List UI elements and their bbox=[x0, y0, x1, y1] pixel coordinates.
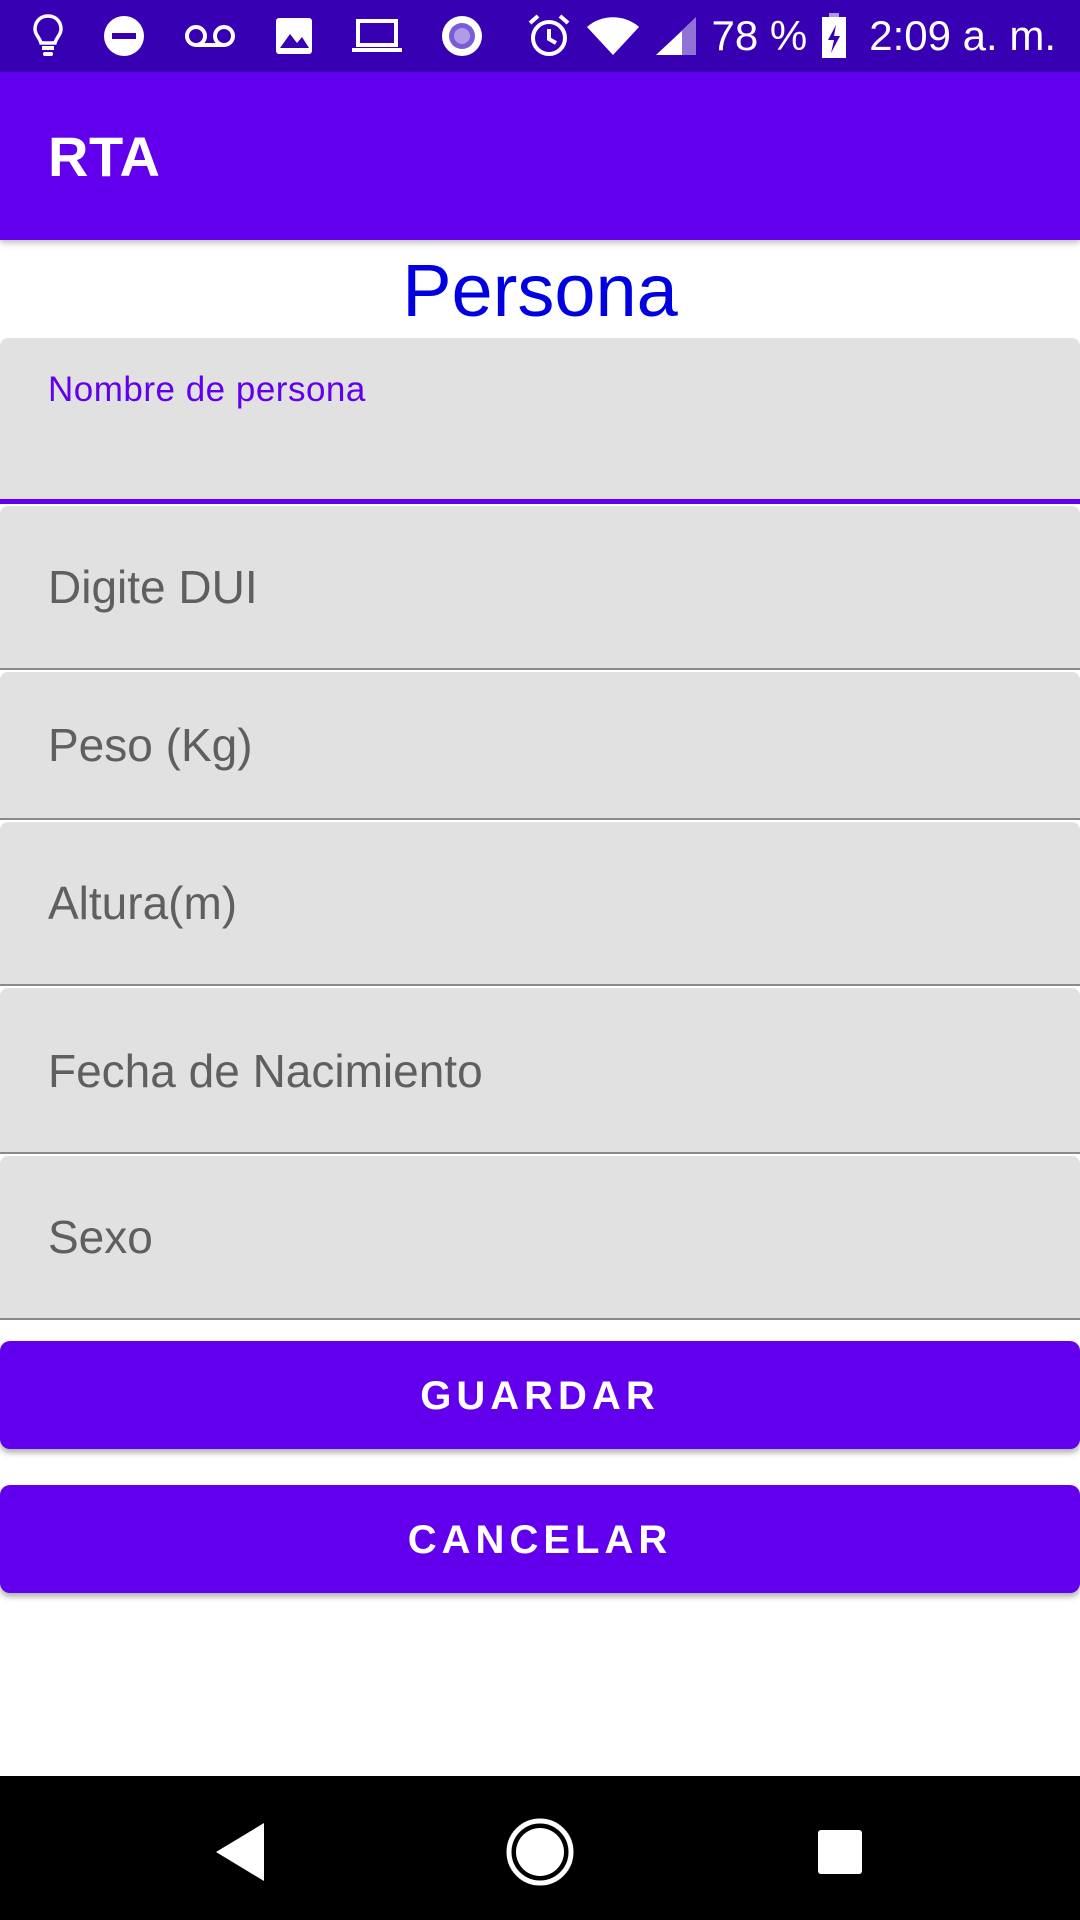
peso-field[interactable]: Peso (Kg) bbox=[0, 672, 1080, 820]
alarm-icon bbox=[526, 12, 572, 60]
sexo-field[interactable]: Sexo bbox=[0, 1156, 1080, 1320]
voicemail-icon bbox=[184, 12, 236, 60]
record-icon bbox=[440, 12, 484, 60]
save-button[interactable]: GUARDAR bbox=[0, 1341, 1080, 1449]
status-bar: 78 % 2:09 a. m. bbox=[0, 0, 1080, 72]
fecha-nacimiento-field[interactable]: Fecha de Nacimiento bbox=[0, 988, 1080, 1154]
recents-icon[interactable] bbox=[800, 1812, 880, 1892]
notification-icons bbox=[32, 12, 484, 60]
lightbulb-icon bbox=[32, 12, 64, 60]
navigation-bar bbox=[0, 1776, 1080, 1920]
dui-placeholder: Digite DUI bbox=[48, 561, 258, 613]
fecha-nacimiento-placeholder: Fecha de Nacimiento bbox=[48, 1045, 483, 1097]
battery-percentage: 78 % bbox=[711, 12, 808, 59]
cancel-button[interactable]: CANCELAR bbox=[0, 1485, 1080, 1593]
dui-field[interactable]: Digite DUI bbox=[0, 506, 1080, 670]
altura-placeholder: Altura(m) bbox=[48, 877, 238, 929]
cell-signal-icon bbox=[654, 12, 698, 60]
wifi-icon bbox=[586, 12, 640, 60]
app-title: RTA bbox=[48, 124, 161, 188]
do-not-disturb-icon bbox=[102, 12, 146, 60]
page-title: Persona bbox=[402, 249, 678, 332]
home-icon[interactable] bbox=[500, 1812, 580, 1892]
battery-charging-icon bbox=[821, 12, 847, 60]
app-bar: RTA bbox=[0, 72, 1080, 240]
image-icon bbox=[274, 12, 314, 60]
back-icon[interactable] bbox=[200, 1812, 280, 1892]
altura-field[interactable]: Altura(m) bbox=[0, 822, 1080, 986]
nombre-persona-label: Nombre de persona bbox=[48, 370, 366, 409]
peso-placeholder: Peso (Kg) bbox=[48, 719, 253, 771]
sexo-placeholder: Sexo bbox=[48, 1211, 153, 1263]
nombre-persona-field[interactable]: Nombre de persona bbox=[0, 338, 1080, 504]
system-indicators: 78 % 2:09 a. m. bbox=[526, 12, 1056, 60]
clock: 2:09 a. m. bbox=[869, 12, 1056, 59]
laptop-icon bbox=[352, 12, 402, 60]
